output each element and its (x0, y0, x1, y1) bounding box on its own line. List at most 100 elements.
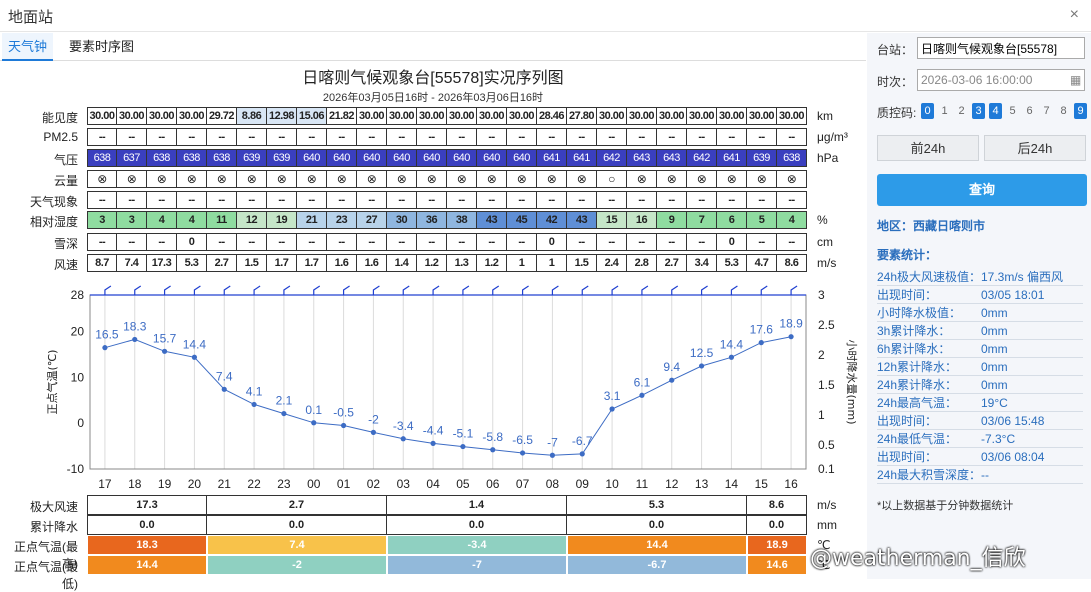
stat-item: 出现时间： 03/05 18:01 (877, 286, 1083, 304)
summary-unit-wind: m/s (817, 498, 837, 512)
time-label: 时次： (877, 75, 914, 89)
stat-key: 24h累计降水： (877, 378, 958, 392)
summary-cell: 0.0 (387, 515, 567, 535)
pressure-cell: 640 (417, 149, 447, 167)
tab-weather-clock[interactable]: 天气钟 (2, 33, 54, 61)
temperature-data-label: 16.5 (95, 328, 119, 342)
query-button[interactable]: 查询 (877, 174, 1087, 206)
snow-cell: -- (147, 233, 177, 251)
temperature-point (340, 422, 347, 429)
qc-code-7[interactable]: 7 (1040, 103, 1053, 119)
humidity-cell: 5 (747, 211, 777, 229)
summary-cell: 2.7 (207, 495, 387, 515)
prev-24h-button[interactable]: 前24h (877, 135, 979, 161)
visibility-cell: 30.00 (357, 107, 387, 125)
qc-code-5[interactable]: 5 (1006, 103, 1019, 119)
stat-key: 24h极大风速极值： (877, 270, 982, 284)
cloud-cell: ○ (597, 170, 627, 188)
stat-item: 3h累计降水： 0mm (877, 322, 1083, 340)
pm25-cell: -- (147, 128, 177, 146)
visibility-cell: 30.00 (177, 107, 207, 125)
qc-code-3[interactable]: 3 (972, 103, 985, 119)
weather-cell: -- (627, 191, 657, 209)
temperature-data-label: -5.8 (482, 430, 503, 444)
wind-cell: 5.3 (177, 254, 207, 272)
qc-code-9[interactable]: 9 (1074, 103, 1087, 119)
y-tick-label: 20 (71, 325, 85, 339)
station-input[interactable] (917, 37, 1085, 59)
next-24h-button[interactable]: 后24h (984, 135, 1086, 161)
pm25-cell: -- (717, 128, 747, 146)
stat-value: 03/05 18:01 (981, 288, 1045, 302)
temperature-data-label: 12.5 (690, 346, 714, 360)
area-text: 地区：西藏日喀则市 (877, 219, 986, 233)
x-tick-label: 23 (277, 477, 291, 491)
time-input[interactable] (917, 69, 1085, 91)
x-tick-label: 19 (158, 477, 172, 491)
qc-code-8[interactable]: 8 (1057, 103, 1070, 119)
cloud-cell: ⊗ (177, 170, 207, 188)
humidity-cell: 4 (147, 211, 177, 229)
wind-barb-icon (521, 285, 529, 295)
pressure-cell: 638 (207, 149, 237, 167)
humidity-cell: 42 (537, 211, 567, 229)
close-icon[interactable]: × (1070, 6, 1079, 24)
weather-cell: -- (777, 191, 807, 209)
y2-tick-label: 2.5 (818, 318, 835, 332)
cloud-cell: ⊗ (417, 170, 447, 188)
temperature-point (460, 443, 466, 450)
pm25-cell: -- (177, 128, 207, 146)
row-wind: 8.7 7.4 17.3 5.3 2.7 1.5 1.7 1.7 1.6 1.6 1.4 1.2 1.3… (87, 254, 807, 272)
stat-item: 24h极大风速极值： 17.3m/s 偏西风 (877, 268, 1083, 286)
humidity-cell: 15 (597, 211, 627, 229)
summary-cell: 0.0 (747, 515, 807, 535)
pressure-cell: 640 (477, 149, 507, 167)
weather-cell: -- (147, 191, 177, 209)
humidity-cell: 43 (567, 211, 597, 229)
temperature-data-label: 2.1 (276, 394, 293, 408)
calendar-icon[interactable]: ▦ (1070, 73, 1081, 87)
stat-item: 小时降水极值： 0mm (877, 304, 1083, 322)
qc-code-2[interactable]: 2 (955, 103, 968, 119)
stat-key: 出现时间： (877, 450, 938, 464)
wind-cell: 1.6 (327, 254, 357, 272)
snow-cell: 0 (177, 233, 207, 251)
visibility-cell: 8.86 (237, 107, 267, 125)
pressure-cell: 641 (567, 149, 597, 167)
wind-cell: 1 (537, 254, 567, 272)
wind-barb-icon (492, 285, 500, 295)
humidity-cell: 21 (297, 211, 327, 229)
row-label-humidity: 相对湿度 (29, 215, 78, 229)
pressure-cell: 641 (717, 149, 747, 167)
qc-code-6[interactable]: 6 (1023, 103, 1036, 119)
x-tick-label: 00 (307, 477, 321, 491)
row-visibility: 30.00 30.00 30.00 30.00 29.72 8.86 12.98 15.06 2… (87, 107, 807, 125)
row-cloud: ⊗ ⊗ ⊗ ⊗ ⊗ ⊗ ⊗ ⊗ ⊗ ⊗ ⊗ ⊗ ⊗ ⊗ ⊗ ⊗ ⊗ ○ ⊗ ⊗ ⊗ ⊗ ⊗ ⊗ (87, 170, 807, 188)
stat-key: 出现时间： (877, 414, 938, 428)
humidity-cell: 3 (117, 211, 147, 229)
summary-cell: 14.4 (567, 535, 747, 555)
tab-element-timeseries[interactable]: 要素时序图 (63, 33, 140, 61)
pressure-cell: 642 (597, 149, 627, 167)
summary-cell: -3.4 (387, 535, 567, 555)
qc-code-0[interactable]: 0 (921, 103, 934, 119)
temperature-point (400, 436, 406, 442)
temperature-data-label: -4.4 (423, 423, 444, 437)
pressure-cell: 637 (117, 149, 147, 167)
wind-barb-icon (163, 285, 171, 295)
pm25-cell: -- (657, 128, 687, 146)
qc-code-4[interactable]: 4 (989, 103, 1002, 119)
humidity-cell: 6 (717, 211, 747, 229)
stat-item: 24h最高气温： 19°C (877, 394, 1083, 412)
snow-cell: -- (357, 233, 387, 251)
temperature-data-label: -6.7 (572, 434, 593, 448)
visibility-cell: 30.00 (717, 107, 747, 125)
x-tick-label: 10 (605, 477, 619, 491)
x-tick-label: 03 (397, 477, 411, 491)
qc-code-1[interactable]: 1 (938, 103, 951, 119)
wind-barb-icon (730, 285, 738, 295)
wind-cell: 2.8 (627, 254, 657, 272)
stat-value: 19°C (981, 396, 1008, 410)
y2-tick-label: 1 (818, 408, 825, 422)
visibility-cell: 30.00 (387, 107, 417, 125)
